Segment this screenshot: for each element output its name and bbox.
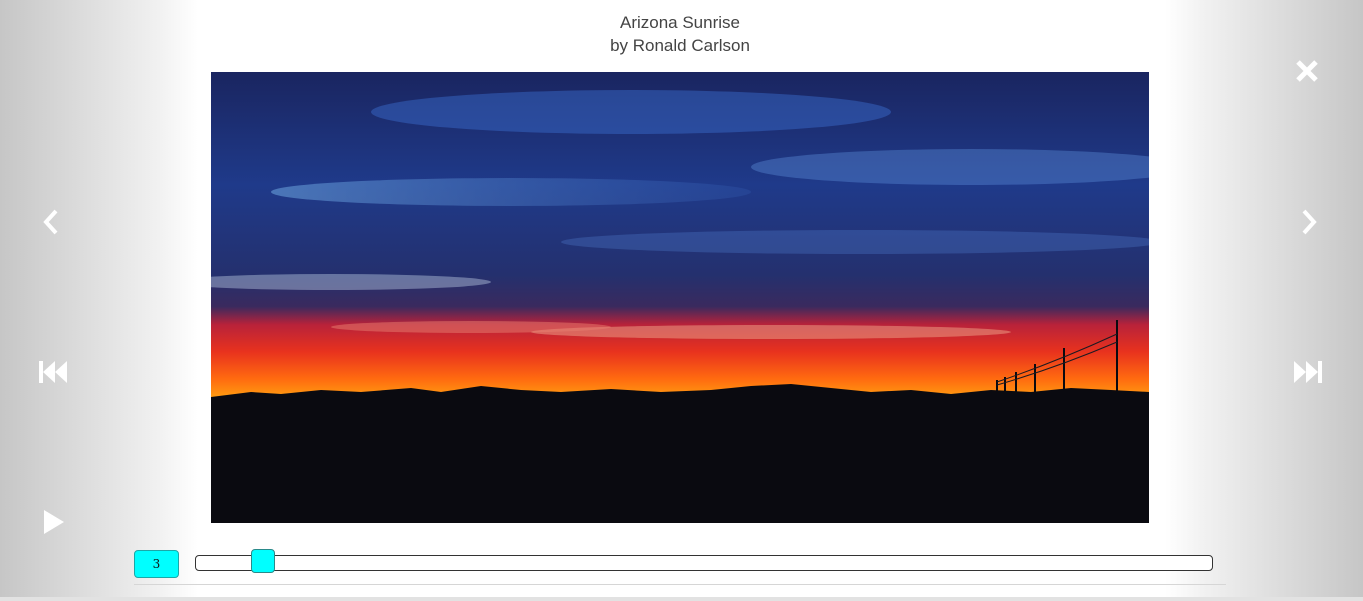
skip-to-last-icon — [1294, 361, 1322, 383]
chevron-right-icon — [1302, 209, 1317, 235]
left-panel — [0, 0, 198, 597]
right-panel — [1165, 0, 1363, 597]
slideshow-viewer: Arizona Sunrise by Ronald Carlson 3 — [0, 0, 1363, 601]
previous-button[interactable] — [31, 202, 71, 242]
play-button[interactable] — [34, 502, 74, 542]
slide-slider[interactable] — [195, 549, 1213, 573]
slider-handle[interactable] — [251, 549, 276, 573]
photo-byline: by Ronald Carlson — [610, 36, 750, 55]
play-icon — [44, 510, 64, 534]
skip-to-first-icon — [39, 361, 67, 383]
chevron-left-icon — [43, 209, 58, 235]
next-button[interactable] — [1289, 202, 1329, 242]
close-button[interactable] — [1287, 51, 1327, 91]
slide-image — [211, 72, 1149, 523]
first-slide-button[interactable] — [33, 352, 73, 392]
divider — [134, 584, 1226, 585]
photo-title: Arizona Sunrise — [619, 13, 740, 32]
last-slide-button[interactable] — [1288, 352, 1328, 392]
bottom-strip — [0, 597, 1363, 601]
slide-counter: 3 — [134, 550, 179, 578]
close-icon — [1296, 60, 1318, 82]
photo-caption: Arizona Sunrise by Ronald Carlson — [198, 11, 1162, 57]
